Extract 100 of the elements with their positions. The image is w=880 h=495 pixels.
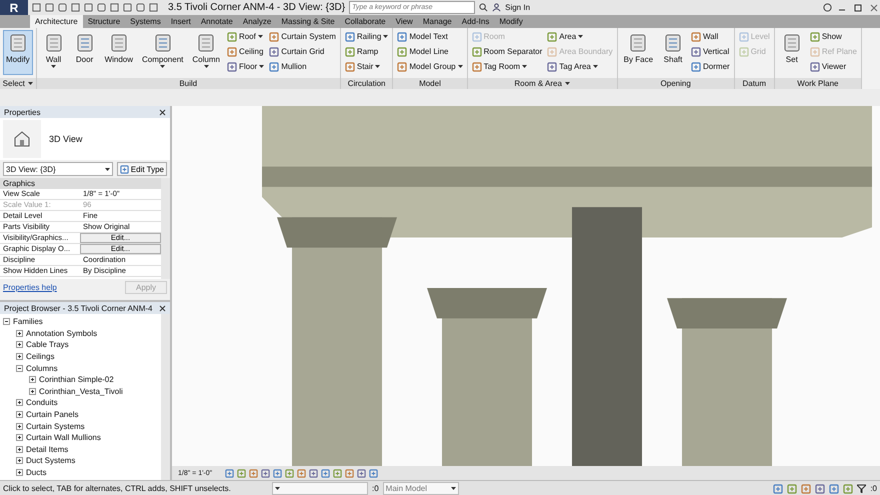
panel-title: Properties bbox=[4, 108, 40, 116]
ribbon-tab[interactable]: View bbox=[390, 15, 418, 28]
expand-icon[interactable] bbox=[16, 434, 23, 442]
ribbon-tool-button[interactable]: Ramp bbox=[344, 45, 390, 58]
ribbon-tool-button[interactable]: Area bbox=[546, 30, 614, 43]
sign-in-link[interactable]: Sign In bbox=[505, 3, 530, 12]
ribbon-tool-button[interactable]: Show bbox=[808, 30, 858, 43]
expand-icon[interactable] bbox=[16, 422, 23, 430]
ribbon-tab[interactable]: Analyze bbox=[238, 15, 276, 28]
ribbon-tool-button[interactable]: Curtain Grid bbox=[268, 45, 337, 58]
ribbon-tool-button[interactable]: Set bbox=[778, 30, 806, 75]
ribbon-tool-button[interactable]: Model Text bbox=[396, 30, 464, 43]
ribbon-tool-button[interactable]: Window bbox=[102, 30, 136, 75]
ribbon-tool-button[interactable]: Door bbox=[70, 30, 99, 75]
dropdown-field[interactable] bbox=[272, 482, 368, 495]
ribbon-tab[interactable]: Massing & Site bbox=[276, 15, 340, 28]
ribbon-tab[interactable]: Manage bbox=[418, 15, 457, 28]
expand-icon[interactable] bbox=[16, 341, 23, 348]
tree-item[interactable]: Families bbox=[13, 317, 43, 326]
ribbon-tool-button[interactable]: Roof bbox=[226, 30, 266, 43]
expand-icon[interactable] bbox=[16, 457, 23, 464]
ribbon-tool-button[interactable]: Mullion bbox=[268, 60, 337, 73]
count-text: :0 bbox=[870, 484, 877, 493]
ribbon-tool-button[interactable]: Tag Area bbox=[546, 60, 614, 73]
ribbon-tool-button[interactable]: Stair bbox=[344, 60, 390, 73]
panel-title: Project Browser - 3.5 Tivoli Corner ANM-4 bbox=[4, 304, 152, 312]
tree-item[interactable]: Ceilings bbox=[26, 352, 54, 362]
expand-icon[interactable] bbox=[16, 330, 23, 337]
ribbon-tool-button[interactable]: Floor bbox=[226, 60, 266, 73]
maximize-icon[interactable] bbox=[852, 2, 864, 12]
ribbon-tool-button[interactable]: Wall bbox=[690, 30, 731, 43]
ribbon-tool-button[interactable]: Model Group bbox=[396, 60, 464, 73]
ribbon-tool-button[interactable]: Curtain System bbox=[268, 30, 337, 43]
tool-icon bbox=[773, 484, 784, 494]
tree-item[interactable]: Cable Trays bbox=[26, 340, 69, 350]
workset-dropdown[interactable]: Main Model bbox=[382, 482, 459, 495]
expand-icon[interactable] bbox=[16, 399, 23, 406]
person-icon[interactable] bbox=[492, 3, 502, 12]
caret-icon bbox=[275, 487, 280, 490]
ribbon-tool-button[interactable]: Ceiling bbox=[226, 45, 266, 58]
ribbon-tool-button[interactable]: Vertical bbox=[690, 45, 731, 58]
collapse-icon[interactable] bbox=[16, 364, 23, 372]
filter-icon[interactable] bbox=[857, 484, 866, 493]
ribbon-tool-button[interactable]: Tag Room bbox=[470, 60, 544, 73]
ribbon-tool-button[interactable]: Dormer bbox=[690, 60, 731, 73]
ribbon-tool-button[interactable]: Viewer bbox=[808, 60, 858, 73]
ribbon-tool-button[interactable]: Railing bbox=[344, 30, 390, 43]
search-icon[interactable] bbox=[479, 3, 488, 12]
tool-icon bbox=[787, 484, 798, 494]
ribbon-tab[interactable]: Structure bbox=[82, 15, 126, 28]
ribbon-tool-button[interactable]: Component bbox=[139, 30, 186, 75]
tree-item[interactable]: Annotation Symbols bbox=[26, 328, 98, 338]
expand-icon[interactable] bbox=[29, 376, 36, 384]
scrollbar[interactable] bbox=[161, 178, 170, 279]
edit-type-button[interactable]: Edit Type bbox=[116, 162, 167, 176]
caret-icon bbox=[578, 35, 584, 38]
ribbon-tab[interactable]: Collaborate bbox=[340, 15, 391, 28]
tree-item[interactable]: Curtain Systems bbox=[26, 422, 85, 431]
tree-item[interactable]: Duct Systems bbox=[26, 456, 76, 466]
ribbon-tool-button[interactable]: By Face bbox=[620, 30, 656, 75]
tool-icon bbox=[829, 484, 840, 494]
expand-icon[interactable] bbox=[29, 388, 36, 395]
ribbon-tab[interactable]: Architecture bbox=[30, 15, 83, 28]
ribbon-tool-button[interactable]: Column bbox=[189, 30, 223, 75]
close-icon[interactable] bbox=[868, 2, 880, 12]
ribbon-tool-button[interactable]: Room Separator bbox=[470, 45, 544, 58]
help-link[interactable]: Properties help bbox=[3, 283, 57, 292]
ribbon-tool-button[interactable]: Shaft bbox=[659, 30, 688, 75]
app-menu-button[interactable]: R bbox=[0, 0, 28, 15]
tool-icon bbox=[357, 468, 366, 478]
tree-item[interactable]: Curtain Panels bbox=[26, 410, 78, 420]
ribbon-tool-button[interactable]: Modify bbox=[3, 30, 33, 75]
group-header[interactable]: Graphics bbox=[0, 178, 161, 189]
collapse-icon[interactable] bbox=[3, 318, 10, 326]
expand-icon[interactable] bbox=[16, 353, 23, 360]
expand-icon[interactable] bbox=[16, 411, 23, 418]
tree-item[interactable]: Curtain Wall Mullions bbox=[26, 433, 101, 442]
ribbon-tab[interactable]: Systems bbox=[125, 15, 166, 28]
ribbon-tab[interactable]: Modify bbox=[494, 15, 528, 28]
ribbon-tool-button[interactable]: Model Line bbox=[396, 45, 464, 58]
tool-icon bbox=[226, 46, 237, 56]
ribbon-tab[interactable]: Add-Ins bbox=[456, 15, 494, 28]
close-icon[interactable] bbox=[159, 304, 166, 312]
view-selector[interactable]: 3D View: {3D} bbox=[3, 162, 113, 176]
tree-item[interactable]: Corinthian Simple-02 bbox=[39, 375, 114, 384]
tool-icon bbox=[397, 32, 408, 42]
close-icon[interactable] bbox=[159, 108, 166, 116]
ribbon-tab[interactable]: Annotate bbox=[196, 15, 238, 28]
tree-item[interactable]: Detail Items bbox=[26, 444, 68, 454]
tree-item[interactable]: Ducts bbox=[26, 468, 46, 478]
ribbon-tab[interactable]: Insert bbox=[166, 15, 196, 28]
caret-icon bbox=[258, 35, 263, 38]
expand-icon[interactable] bbox=[16, 469, 23, 476]
expand-icon[interactable] bbox=[16, 446, 23, 453]
ribbon-tool-button[interactable]: Wall bbox=[40, 30, 68, 75]
status-message: Click to select, TAB for alternates, CTRL adds, SHIFT unselects. bbox=[3, 484, 232, 493]
scrollbar[interactable] bbox=[161, 314, 170, 480]
tree-item[interactable]: Corinthian_Vesta_Tivoli bbox=[39, 386, 123, 396]
tree-item[interactable]: Columns bbox=[26, 364, 58, 373]
tree-item[interactable]: Conduits bbox=[26, 398, 58, 408]
